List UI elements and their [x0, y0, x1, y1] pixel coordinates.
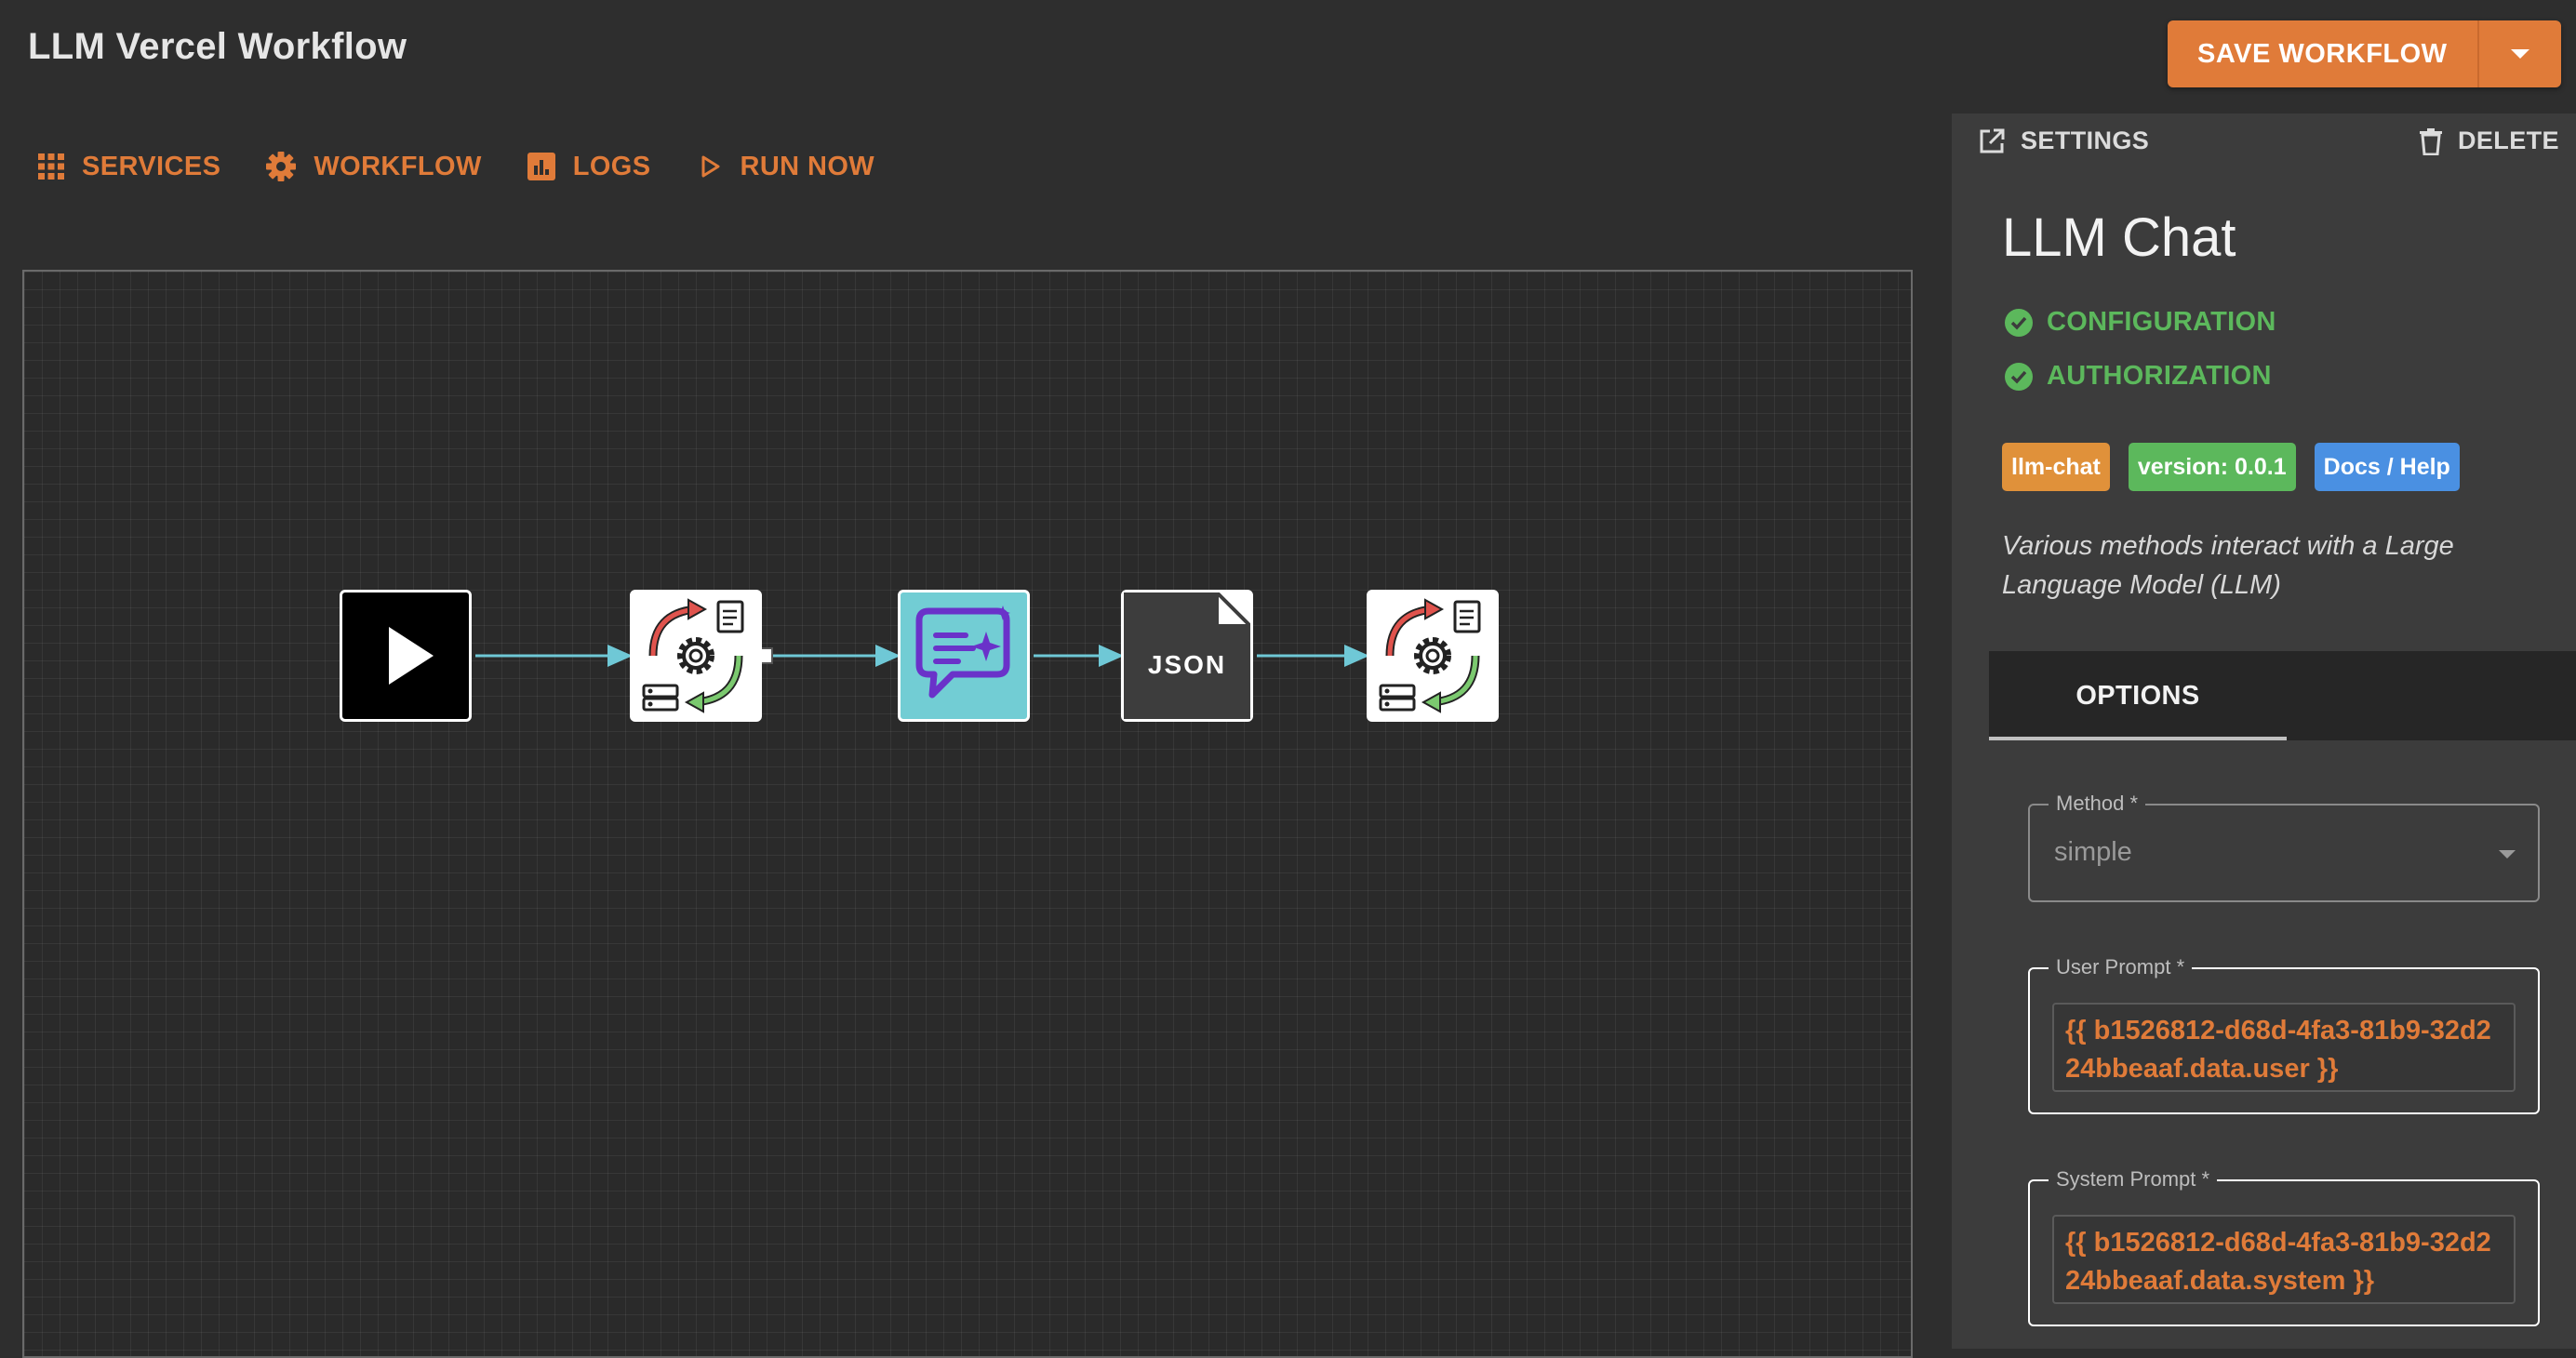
data-transform-icon — [642, 598, 744, 713]
gear-icon — [266, 152, 297, 181]
configuration-label: CONFIGURATION — [2047, 307, 2276, 337]
delete-button[interactable]: DELETE — [2419, 126, 2559, 155]
tab-options[interactable]: OPTIONS — [1989, 651, 2287, 740]
method-select[interactable]: Method * simple — [2028, 792, 2540, 902]
docs-help-link[interactable]: Docs / Help — [2314, 443, 2460, 491]
chevron-down-icon — [2499, 850, 2516, 859]
connection-wires — [475, 645, 1369, 667]
workflow-toolbar: SERVICES WORKFLOW LOGS RUN NOW — [37, 151, 874, 182]
llm-chat-node[interactable] — [898, 590, 1030, 722]
panel-tabs: OPTIONS — [1989, 651, 2576, 740]
start-node[interactable] — [340, 590, 472, 722]
panel-header: SETTINGS DELETE — [1952, 113, 2576, 169]
trash-icon — [2420, 127, 2442, 155]
active-tab-indicator — [1989, 737, 2287, 740]
badge-row: llm-chat version: 0.0.1 Docs / Help — [2002, 443, 2460, 491]
save-options-dropdown-button[interactable] — [2478, 20, 2561, 87]
workflow-button[interactable]: WORKFLOW — [265, 151, 481, 182]
transform-node-2[interactable] — [1367, 590, 1499, 722]
play-outline-icon — [701, 155, 719, 178]
open-external-icon — [1980, 128, 2005, 153]
page-title: LLM Vercel Workflow — [28, 26, 407, 67]
transform-node[interactable] — [630, 590, 762, 722]
system-prompt-field: System Prompt * {{ b1526812-d68d-4fa3-81… — [2028, 1167, 2540, 1326]
authorization-label: AUTHORIZATION — [2047, 361, 2272, 391]
services-label: SERVICES — [82, 151, 221, 181]
json-file-icon: JSON — [1124, 588, 1255, 719]
system-prompt-input[interactable]: {{ b1526812-d68d-4fa3-81b9-32d224bbeaaf.… — [2052, 1215, 2516, 1304]
configuration-status: CONFIGURATION — [2004, 307, 2276, 338]
workflow-canvas[interactable]: JSON — [22, 270, 1913, 1358]
system-prompt-label: System Prompt * — [2049, 1167, 2218, 1192]
workflow-label: WORKFLOW — [314, 151, 482, 181]
settings-label: SETTINGS — [2021, 126, 2150, 154]
check-circle-icon — [2005, 362, 2033, 391]
service-badge: llm-chat — [2002, 443, 2110, 491]
bar-chart-icon — [527, 153, 555, 180]
apps-grid-icon — [38, 153, 64, 180]
method-value: simple — [2054, 837, 2132, 867]
play-icon — [389, 627, 434, 685]
chevron-down-icon — [2510, 49, 2529, 59]
settings-button[interactable]: SETTINGS — [1978, 126, 2149, 155]
json-node[interactable]: JSON — [1121, 588, 1255, 722]
user-prompt-label: User Prompt * — [2049, 955, 2193, 979]
check-circle-icon — [2005, 308, 2033, 337]
version-badge: version: 0.0.1 — [2128, 443, 2296, 491]
logs-button[interactable]: LOGS — [527, 151, 651, 182]
user-prompt-field: User Prompt * {{ b1526812-d68d-4fa3-81b9… — [2028, 955, 2540, 1114]
ai-chat-icon — [915, 606, 1010, 699]
node-settings-panel: SETTINGS DELETE LLM Chat CONFIGURATION A… — [1952, 113, 2576, 1349]
user-prompt-input[interactable]: {{ b1526812-d68d-4fa3-81b9-32d224bbeaaf.… — [2052, 1003, 2516, 1092]
delete-label: DELETE — [2458, 126, 2559, 154]
save-workflow-button[interactable]: SAVE WORKFLOW — [2168, 20, 2479, 87]
logs-label: LOGS — [572, 151, 651, 181]
node-description: Various methods interact with a Large La… — [2002, 531, 2454, 600]
json-label: JSON — [1148, 650, 1226, 679]
run-now-label: RUN NOW — [740, 151, 875, 181]
authorization-status: AUTHORIZATION — [2004, 361, 2272, 392]
run-now-button[interactable]: RUN NOW — [696, 151, 875, 182]
node-title: LLM Chat — [2002, 207, 2236, 268]
save-button-group: SAVE WORKFLOW — [2168, 20, 2561, 87]
data-transform-icon — [1379, 598, 1481, 713]
method-label: Method * — [2049, 792, 2146, 816]
services-button[interactable]: SERVICES — [37, 151, 220, 182]
